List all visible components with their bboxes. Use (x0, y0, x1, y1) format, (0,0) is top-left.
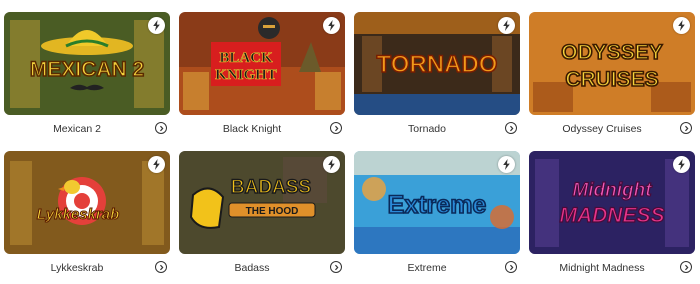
chevron-right-circle-icon[interactable] (330, 122, 342, 134)
lightning-bolt-icon (323, 156, 340, 173)
game-thumbnail[interactable]: Extreme (354, 151, 520, 254)
game-artwork: MEXICAN 2 (4, 12, 170, 115)
game-title[interactable]: Extreme (354, 262, 500, 274)
chevron-right-circle-icon[interactable] (680, 122, 692, 134)
game-thumbnail[interactable]: Lykkeskrab (4, 151, 170, 254)
game-grid: MEXICAN 2 Mexican 2 BLACK KNIGHT Black K… (0, 0, 700, 284)
game-card-odyssey-cruises[interactable]: ODYSSEY CRUISES Odyssey Cruises (529, 12, 695, 142)
game-logo-text: THE HOOD (246, 206, 299, 217)
game-title[interactable]: Black Knight (179, 123, 325, 135)
game-title[interactable]: Midnight Madness (529, 262, 675, 274)
lightning-bolt-icon (148, 156, 165, 173)
game-logo-text: CRUISES (565, 68, 658, 91)
game-caption: Tornado (354, 121, 520, 139)
game-card-mexican-2[interactable]: MEXICAN 2 Mexican 2 (4, 12, 170, 142)
game-caption: Odyssey Cruises (529, 121, 695, 139)
chevron-right-circle-icon[interactable] (505, 122, 517, 134)
game-title[interactable]: Mexican 2 (4, 123, 150, 135)
game-artwork: BADASS THE HOOD (179, 151, 345, 254)
game-artwork: BLACK KNIGHT (179, 12, 345, 115)
lightning-bolt-icon (148, 17, 165, 34)
game-thumbnail[interactable]: TORNADO (354, 12, 520, 115)
game-logo-text: KNIGHT (215, 67, 277, 83)
game-logo-text: BADASS (231, 177, 311, 198)
chevron-right-circle-icon[interactable] (505, 261, 517, 273)
game-logo-text: Extreme (388, 191, 487, 219)
game-logo-text: Lykkeskrab (37, 206, 120, 223)
game-card-extreme[interactable]: Extreme Extreme (354, 151, 520, 281)
game-caption: Black Knight (179, 121, 345, 139)
game-title[interactable]: Odyssey Cruises (529, 123, 675, 135)
game-caption: Midnight Madness (529, 260, 695, 278)
game-thumbnail[interactable]: MEXICAN 2 (4, 12, 170, 115)
game-artwork: ODYSSEY CRUISES (529, 12, 695, 115)
game-card-lykkeskrab[interactable]: Lykkeskrab Lykkeskrab (4, 151, 170, 281)
lightning-bolt-icon (673, 156, 690, 173)
game-thumbnail[interactable]: Midnight MADNESS (529, 151, 695, 254)
game-thumbnail[interactable]: BLACK KNIGHT (179, 12, 345, 115)
game-logo-text: Midnight (572, 180, 652, 201)
game-artwork: Lykkeskrab (4, 151, 170, 254)
game-logo-text: BLACK (219, 50, 273, 66)
game-artwork: TORNADO (354, 12, 520, 115)
game-logo-text: MADNESS (559, 204, 664, 227)
game-thumbnail[interactable]: BADASS THE HOOD (179, 151, 345, 254)
game-artwork: Extreme (354, 151, 520, 254)
game-caption: Lykkeskrab (4, 260, 170, 278)
game-title[interactable]: Lykkeskrab (4, 262, 150, 274)
game-artwork: Midnight MADNESS (529, 151, 695, 254)
lightning-bolt-icon (498, 156, 515, 173)
game-title[interactable]: Badass (179, 262, 325, 274)
chevron-right-circle-icon[interactable] (155, 261, 167, 273)
game-caption: Mexican 2 (4, 121, 170, 139)
game-caption: Extreme (354, 260, 520, 278)
lightning-bolt-icon (673, 17, 690, 34)
game-card-tornado[interactable]: TORNADO Tornado (354, 12, 520, 142)
chevron-right-circle-icon[interactable] (680, 261, 692, 273)
game-card-black-knight[interactable]: BLACK KNIGHT Black Knight (179, 12, 345, 142)
lightning-bolt-icon (323, 17, 340, 34)
game-caption: Badass (179, 260, 345, 278)
game-logo-text: TORNADO (377, 51, 498, 78)
game-thumbnail[interactable]: ODYSSEY CRUISES (529, 12, 695, 115)
chevron-right-circle-icon[interactable] (330, 261, 342, 273)
lightning-bolt-icon (498, 17, 515, 34)
chevron-right-circle-icon[interactable] (155, 122, 167, 134)
game-card-badass[interactable]: BADASS THE HOOD Badass (179, 151, 345, 281)
game-logo-text: MEXICAN 2 (30, 58, 144, 81)
game-title[interactable]: Tornado (354, 123, 500, 135)
game-logo-text: ODYSSEY (561, 41, 663, 64)
game-card-midnight-madness[interactable]: Midnight MADNESS Midnight Madness (529, 151, 695, 281)
